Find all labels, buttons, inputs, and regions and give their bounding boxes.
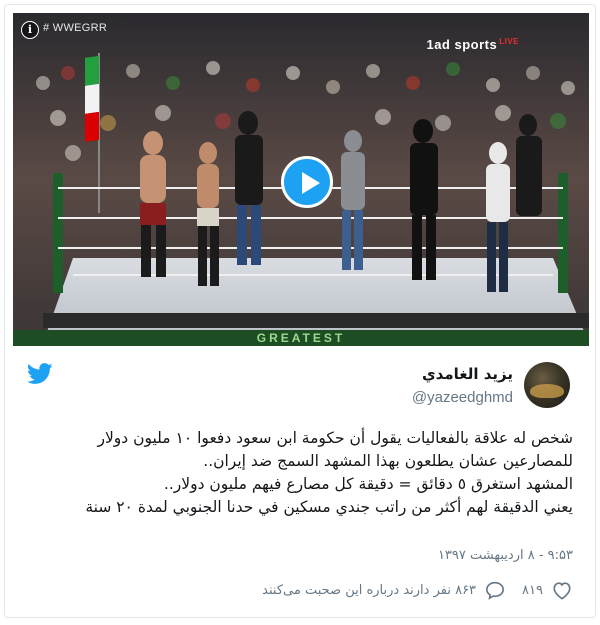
conversation-count[interactable]: ۸۶۳ نفر دارند درباره این صحبت می‌کنند: [262, 583, 476, 598]
channel-logo-text: 1ad sports: [426, 37, 498, 52]
display-name[interactable]: یزید الغامدي: [422, 365, 513, 383]
video-hashtag: # WWEGRR: [43, 22, 108, 34]
tweet-text-line: المشهد استغرق ٥ دقائق = دقيقة كل مصارع ف…: [163, 475, 573, 493]
user-handle[interactable]: @yazeedghmd: [412, 389, 513, 406]
embedded-tweet-card: i # WWEGRR 1ad sports LIVE GREATEST یزید …: [4, 4, 596, 618]
tweet-text-line: شخص له علاقة بالفعاليات يقول أن حكومة اب…: [97, 429, 573, 447]
avatar[interactable]: [524, 362, 570, 408]
video-player[interactable]: i # WWEGRR 1ad sports LIVE GREATEST: [13, 13, 589, 346]
twitter-bird-icon[interactable]: [27, 363, 53, 385]
tweet-text: شخص له علاقة بالفعاليات يقول أن حكومة اب…: [33, 427, 573, 519]
info-icon[interactable]: i: [21, 21, 39, 39]
like-count: ۸۱۹: [522, 582, 543, 598]
tweet-text-line: للمصارعين عشان يطلعون بهذا المشهد السمج …: [203, 452, 573, 470]
speech-bubble-icon[interactable]: [484, 580, 506, 600]
heart-icon[interactable]: [551, 580, 573, 600]
channel-logo: 1ad sports LIVE: [426, 37, 519, 52]
play-icon[interactable]: [281, 156, 333, 208]
tweet-timestamp[interactable]: ۹:۵۳ - ۸ اردیبهشت ۱۳۹۷: [438, 548, 573, 563]
tweet-actions: ۸۱۹ ۸۶۳ نفر دارند درباره این صحبت می‌کنن…: [262, 578, 573, 602]
tweet-text-line: يعني الدقيقة لهم أكثر من راتب جندي مسكين…: [85, 498, 573, 516]
live-badge: LIVE: [499, 37, 519, 46]
event-banner: GREATEST: [13, 330, 589, 346]
